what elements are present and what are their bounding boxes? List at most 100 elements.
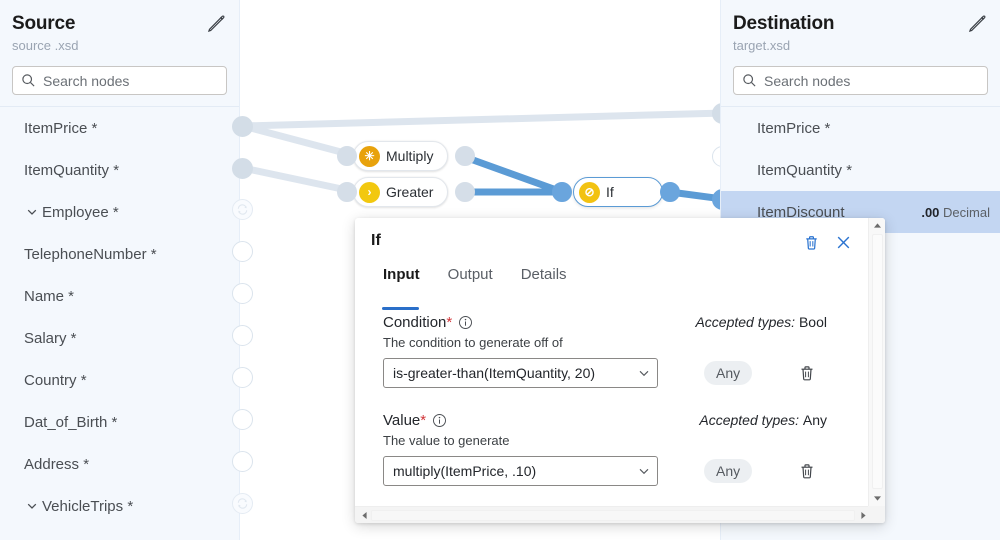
source-search-input[interactable] [43, 73, 224, 89]
required-marker: * [420, 412, 426, 429]
destination-tree-row[interactable]: ItemQuantity * [721, 149, 1000, 191]
caret-down-icon[interactable] [869, 491, 885, 506]
field-condition-description: The condition to generate off of [383, 335, 851, 350]
accepted-types-value: Any [803, 412, 827, 428]
scrollbar-thumb-vertical[interactable] [872, 234, 883, 489]
accepted-types-label: Accepted types: [695, 314, 795, 330]
source-tree-row[interactable]: Address * [0, 443, 239, 485]
chevron-down-icon[interactable] [24, 204, 40, 220]
source-tree-row[interactable]: Employee * [0, 191, 239, 233]
source-tree-row[interactable]: Country * [0, 359, 239, 401]
source-handle-employee-loop[interactable] [232, 199, 253, 220]
pencil-icon[interactable] [966, 12, 988, 34]
function-node-multiply[interactable]: ✳ Multiply [353, 141, 448, 171]
source-handle-address[interactable] [232, 451, 253, 472]
close-icon[interactable] [831, 230, 855, 254]
properties-vertical-scrollbar[interactable] [868, 218, 885, 506]
condition-delete-icon[interactable] [796, 362, 818, 384]
field-value-description: The value to generate [383, 433, 851, 448]
source-handle-itemprice[interactable] [232, 116, 253, 137]
edge-itemprice-to-itemprice [243, 113, 720, 126]
search-icon [21, 73, 36, 88]
multiply-icon: ✳ [359, 146, 380, 167]
source-tree-row[interactable]: Salary * [0, 317, 239, 359]
destination-tree-row-type: .00 Decimal [921, 205, 990, 220]
greater-input-port[interactable] [337, 182, 357, 202]
field-value-name: Value* [383, 412, 426, 429]
source-tree-row-label: TelephoneNumber * [24, 246, 239, 263]
source-handle-dat-of-birth[interactable] [232, 409, 253, 430]
value-dropdown[interactable]: multiply(ItemPrice, .10) [383, 456, 658, 486]
source-handle-telephonenumber[interactable] [232, 241, 253, 262]
chevron-down-icon [637, 366, 651, 380]
function-node-if[interactable]: ⊘ If [573, 177, 663, 207]
function-properties-panel: If [355, 218, 885, 523]
tab-details[interactable]: Details [511, 264, 577, 298]
function-node-label: If [606, 184, 614, 200]
greater-output-port[interactable] [455, 182, 475, 202]
source-tree-row[interactable]: VehicleTrips * [0, 485, 239, 527]
source-tree-row[interactable]: Dat_of_Birth * [0, 401, 239, 443]
field-label-text: Condition [383, 314, 446, 331]
properties-horizontal-scrollbar[interactable] [355, 506, 885, 523]
required-marker: * [446, 314, 452, 331]
destination-tree-row[interactable]: ItemPrice * [721, 107, 1000, 149]
multiply-output-port[interactable] [455, 146, 475, 166]
source-tree-row[interactable]: ItemQuantity * [0, 149, 239, 191]
caret-up-icon[interactable] [869, 218, 885, 233]
trash-icon[interactable] [799, 230, 823, 254]
destination-filename: target.xsd [733, 38, 984, 54]
function-node-label: Greater [386, 184, 433, 200]
if-input-port[interactable] [552, 182, 572, 202]
chevron-down-icon[interactable] [24, 498, 40, 514]
destination-node-tree: ItemPrice *ItemQuantity *ItemDiscount.00… [721, 107, 1000, 233]
source-handle-country[interactable] [232, 367, 253, 388]
info-icon[interactable] [432, 413, 447, 428]
condition-dropdown[interactable]: is-greater-than(ItemQuantity, 20) [383, 358, 658, 388]
function-node-greater[interactable]: › Greater [353, 177, 448, 207]
source-tree-row-label: VehicleTrips * [42, 498, 239, 515]
scrollbar-thumb-horizontal[interactable] [371, 510, 855, 521]
multiply-input-port[interactable] [337, 146, 357, 166]
source-handle-name[interactable] [232, 283, 253, 304]
properties-content: If [355, 218, 867, 506]
caret-left-icon[interactable] [357, 507, 372, 523]
destination-panel-title: Destination [733, 12, 984, 35]
source-tree-row-label: Salary * [24, 330, 239, 347]
properties-tabs: InputOutputDetails [355, 264, 867, 298]
source-tree-row[interactable]: Name * [0, 275, 239, 317]
field-value-accepted-types: Accepted types: Any [699, 412, 827, 428]
data-mapper-screen: Source source .xsd ItemPrice *ItemQuanti… [0, 0, 1000, 540]
if-output-port[interactable] [660, 182, 680, 202]
source-tree-row-label: Country * [24, 372, 239, 389]
source-handle-salary[interactable] [232, 325, 253, 346]
source-handle-vehicletrips-loop[interactable] [232, 493, 253, 514]
properties-header: If [355, 230, 867, 258]
source-schema-panel: Source source .xsd ItemPrice *ItemQuanti… [0, 0, 240, 540]
source-tree-row[interactable]: ItemPrice * [0, 107, 239, 149]
value-dropdown-value: multiply(ItemPrice, .10) [393, 463, 633, 479]
field-value-controls: multiply(ItemPrice, .10) Any [383, 456, 851, 486]
source-search-box[interactable] [12, 66, 227, 95]
source-filename: source .xsd [12, 38, 223, 54]
tab-output[interactable]: Output [438, 264, 503, 298]
info-icon[interactable] [458, 315, 473, 330]
greater-than-icon: › [359, 182, 380, 203]
if-condition-icon: ⊘ [579, 182, 600, 203]
condition-type-badge: Any [704, 361, 752, 385]
source-tree-row[interactable]: TelephoneNumber * [0, 233, 239, 275]
source-panel-header: Source source .xsd [0, 0, 239, 54]
tab-input[interactable]: Input [371, 264, 430, 298]
destination-search-input[interactable] [764, 73, 979, 89]
value-type-badge: Any [704, 459, 752, 483]
search-icon [742, 73, 757, 88]
source-handle-itemquantity[interactable] [232, 158, 253, 179]
pencil-icon[interactable] [205, 12, 227, 34]
field-label-text: Value [383, 412, 420, 429]
destination-search-box[interactable] [733, 66, 988, 95]
accepted-types-label: Accepted types: [699, 412, 799, 428]
function-node-label: Multiply [386, 148, 433, 164]
source-tree-row-label: Employee * [42, 204, 239, 221]
loop-icon [236, 497, 249, 510]
value-delete-icon[interactable] [796, 460, 818, 482]
